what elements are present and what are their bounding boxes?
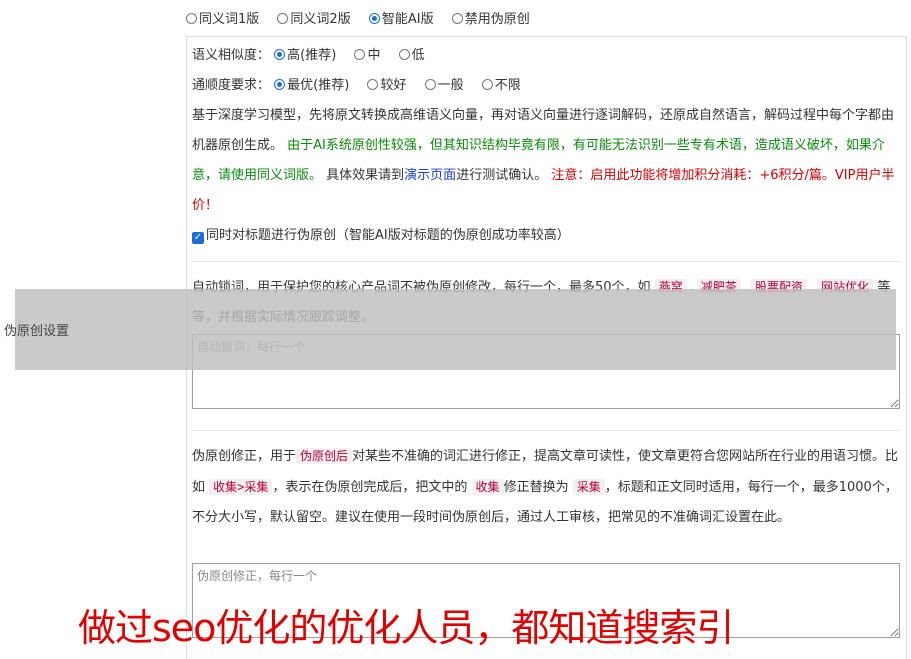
- example-tag: 网站优化: [817, 279, 874, 295]
- similarity-option-low[interactable]: 低: [398, 46, 425, 66]
- ai-description: 基于深度学习模型，先将原文转换成高维语义向量，再对语义向量进行逐词解码，还原成自…: [192, 108, 895, 213]
- example-tag: 伪原创后: [296, 448, 353, 464]
- example-tag: 股票配资: [751, 279, 808, 295]
- fluency-label: 通顺度要求：: [192, 78, 271, 93]
- lock-words-input[interactable]: [192, 334, 900, 409]
- watermark-caption: 做过seo优化的优化人员，都知道搜索引: [78, 606, 734, 650]
- radio-fluency-good[interactable]: [367, 79, 379, 90]
- example-tag: 采集: [572, 479, 605, 495]
- radio-fluency-normal[interactable]: [424, 79, 436, 90]
- radio-synonym2[interactable]: [277, 13, 289, 24]
- divider: [192, 261, 900, 262]
- version-option-synonym1[interactable]: 同义词1版: [186, 10, 259, 30]
- radio-similarity-mid[interactable]: [354, 49, 366, 60]
- title-rewrite-row[interactable]: ✓ 同时对标题进行伪原创（智能AI版对标题的伪原创成功率较高）: [192, 226, 570, 246]
- fluency-option-good[interactable]: 较好: [367, 76, 406, 96]
- radio-ai[interactable]: [368, 13, 380, 24]
- example-tag: 燕窝: [654, 279, 687, 295]
- fluency-option-normal[interactable]: 一般: [424, 76, 464, 96]
- correction-description: 伪原创修正，用于 伪原创后 对某些不准确的词汇进行修正，提高文章可读性，使文章更符合…: [192, 448, 899, 525]
- section-label: 伪原创设置: [4, 324, 70, 339]
- similarity-row: 语义相似度： 高(推荐) 中 低: [192, 46, 439, 66]
- radio-fluency-best[interactable]: [274, 79, 286, 90]
- version-selector: 同义词1版 同义词2版 智能AI版 禁用伪原创: [186, 10, 544, 30]
- radio-similarity-low[interactable]: [398, 49, 410, 60]
- title-rewrite-label: 同时对标题进行伪原创（智能AI版对标题的伪原创成功率较高）: [206, 228, 570, 243]
- example-tag: 收集>采集: [209, 479, 273, 495]
- demo-page-link[interactable]: 演示页面: [404, 168, 456, 183]
- example-tag: 减肥茶: [696, 279, 741, 295]
- divider: [192, 430, 900, 431]
- fluency-option-any[interactable]: 不限: [481, 76, 521, 96]
- similarity-option-high[interactable]: 高(推荐): [274, 46, 336, 66]
- fluency-row: 通顺度要求： 最优(推荐) 较好 一般 不限: [192, 76, 535, 96]
- radio-synonym1[interactable]: [186, 13, 197, 24]
- version-option-ai[interactable]: 智能AI版: [368, 10, 434, 30]
- fluency-option-best[interactable]: 最优(推荐): [274, 76, 349, 96]
- radio-fluency-any[interactable]: [481, 79, 493, 90]
- similarity-option-mid[interactable]: 中: [354, 46, 380, 66]
- radio-similarity-high[interactable]: [274, 49, 286, 60]
- title-rewrite-checkbox[interactable]: ✓: [192, 232, 204, 244]
- example-tag: 收集: [471, 479, 504, 495]
- radio-disable[interactable]: [451, 13, 463, 24]
- version-option-synonym2[interactable]: 同义词2版: [277, 10, 351, 30]
- lock-words-description: 自动锁词，用于保护您的核心产品词不被伪原创修改，每行一个，最多50个，如 燕窝,…: [192, 279, 891, 325]
- similarity-label: 语义相似度：: [192, 48, 271, 63]
- version-option-disable[interactable]: 禁用伪原创: [451, 10, 530, 30]
